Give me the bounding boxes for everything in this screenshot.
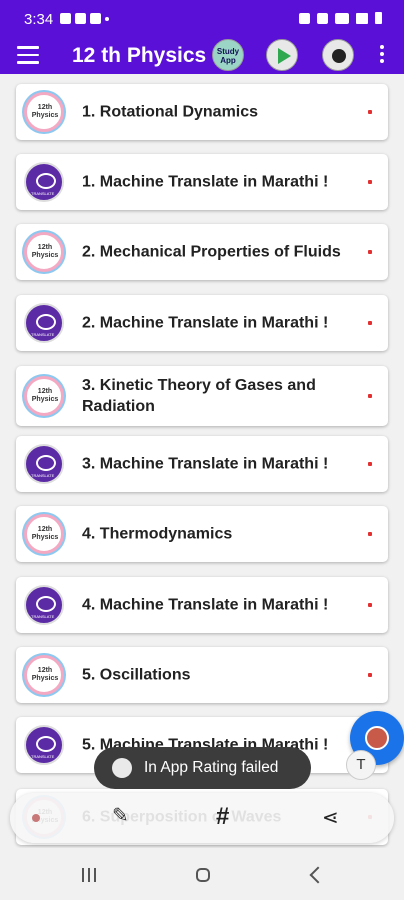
chevron-right-icon xyxy=(368,532,372,536)
record-dot-icon[interactable] xyxy=(32,814,40,822)
play-store-icon[interactable] xyxy=(266,39,298,71)
text-size-button[interactable]: T xyxy=(346,750,376,780)
menu-icon[interactable] xyxy=(17,46,39,64)
avatar-icon xyxy=(365,726,389,750)
system-icons xyxy=(299,12,382,24)
translate-logo-icon xyxy=(24,162,64,202)
chevron-right-icon xyxy=(368,250,372,254)
facebook-icon xyxy=(75,13,86,24)
list-item-label: 1. Rotational Dynamics xyxy=(82,103,259,121)
list-item[interactable]: 1. Machine Translate in Marathi ! xyxy=(16,154,388,210)
home-icon[interactable] xyxy=(196,868,210,882)
list-item[interactable]: 4. Machine Translate in Marathi ! xyxy=(16,577,388,633)
page-title: 12 th Physics xyxy=(72,44,207,67)
list-item[interactable]: 5. Oscillations xyxy=(16,647,388,703)
list-item-label: 2. Mechanical Properties of Fluids xyxy=(82,243,341,261)
chevron-right-icon xyxy=(368,110,372,114)
gallery-icon xyxy=(60,13,71,24)
bottom-toolbar: ✎ # ⋖ xyxy=(10,793,394,843)
chevron-right-icon xyxy=(368,321,372,325)
translate-logo-icon xyxy=(24,725,64,765)
recent-apps-icon[interactable] xyxy=(82,868,98,882)
youtube-channel-icon[interactable] xyxy=(322,39,354,71)
list-item[interactable]: 3. Kinetic Theory of Gases and Radiation xyxy=(16,366,388,426)
list-item[interactable]: 2. Mechanical Properties of Fluids xyxy=(16,224,388,280)
list-item[interactable]: 3. Machine Translate in Marathi ! xyxy=(16,436,388,492)
physics-logo-icon xyxy=(24,655,64,695)
chevron-right-icon xyxy=(368,180,372,184)
youtube-icon xyxy=(90,13,101,24)
more-notifications-icon xyxy=(105,17,109,21)
more-options-icon[interactable] xyxy=(380,45,384,66)
signal-icon xyxy=(356,12,368,24)
mute-icon xyxy=(317,12,328,24)
share-icon[interactable]: ⋖ xyxy=(322,805,339,830)
list-item-label: 2. Machine Translate in Marathi ! xyxy=(82,314,329,332)
chevron-right-icon xyxy=(368,603,372,607)
toast-text: In App Rating failed xyxy=(144,759,279,776)
chevron-right-icon xyxy=(368,394,372,398)
navigation-bar xyxy=(0,848,404,900)
physics-logo-icon xyxy=(24,376,64,416)
list-item-label: 4. Machine Translate in Marathi ! xyxy=(82,596,329,614)
app-icon xyxy=(112,758,132,778)
back-icon[interactable] xyxy=(309,866,327,884)
chevron-right-icon xyxy=(368,462,372,466)
status-time: 3:34 xyxy=(24,11,54,28)
list-item[interactable]: 2. Machine Translate in Marathi ! xyxy=(16,295,388,351)
wifi-icon xyxy=(335,12,349,24)
list-item[interactable]: 1. Rotational Dynamics xyxy=(16,84,388,140)
list-item-label: 3. Kinetic Theory of Gases and Radiation xyxy=(82,377,316,415)
list-item[interactable]: 4. Thermodynamics xyxy=(16,506,388,562)
list-item-label: 4. Thermodynamics xyxy=(82,525,233,543)
list-item-label: 3. Machine Translate in Marathi ! xyxy=(82,455,329,473)
physics-logo-icon xyxy=(24,232,64,272)
list-item-label: 5. Oscillations xyxy=(82,666,191,684)
hashtag-icon[interactable]: # xyxy=(216,803,229,831)
translate-logo-icon xyxy=(24,444,64,484)
physics-logo-icon xyxy=(24,514,64,554)
alarm-icon xyxy=(299,12,310,24)
edit-icon[interactable]: ✎ xyxy=(112,805,134,827)
translate-logo-icon xyxy=(24,303,64,343)
translate-logo-icon xyxy=(24,585,64,625)
toast: In App Rating failed xyxy=(94,747,311,789)
notification-icons xyxy=(60,13,109,24)
app-bar: 12 th Physics Study App xyxy=(0,36,404,74)
status-bar: 3:34 xyxy=(0,0,404,36)
physics-logo-icon xyxy=(24,92,64,132)
battery-icon xyxy=(375,12,382,24)
study-app-button[interactable]: Study App xyxy=(212,39,244,71)
chevron-right-icon xyxy=(368,673,372,677)
list-item-label: 1. Machine Translate in Marathi ! xyxy=(82,173,329,191)
